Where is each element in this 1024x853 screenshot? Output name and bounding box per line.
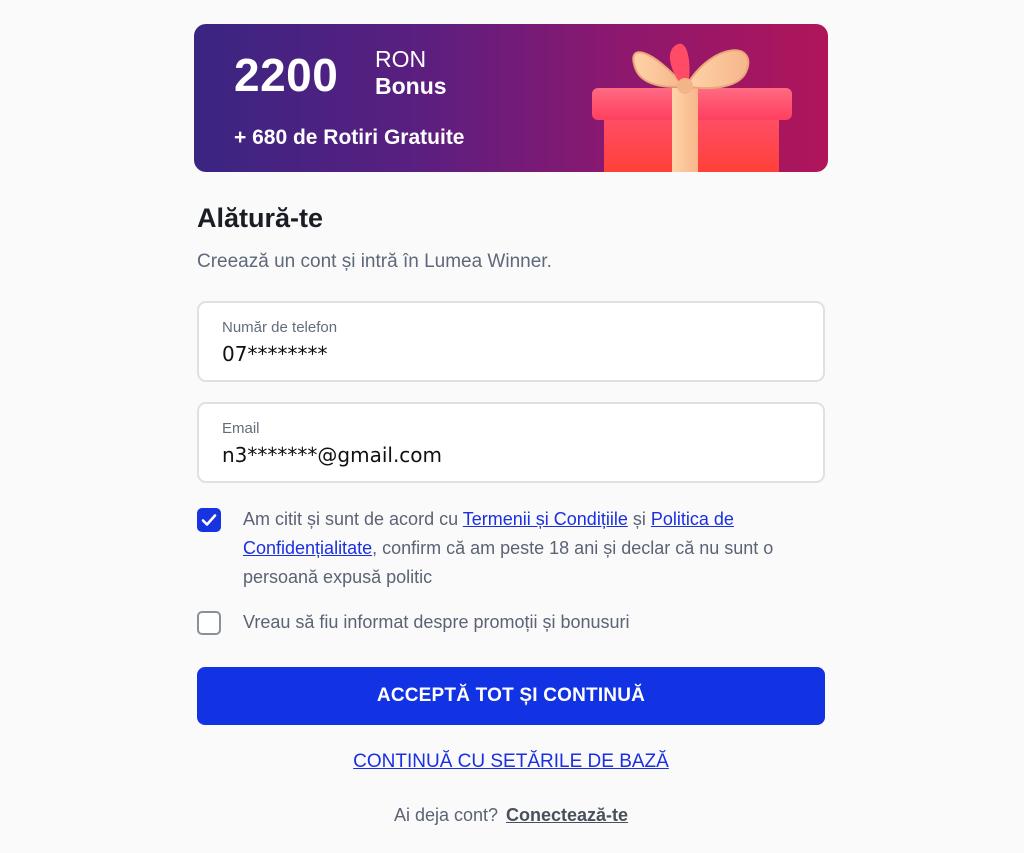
accept-all-button[interactable]: ACCEPTĂ TOT ȘI CONTINUĂ — [197, 667, 825, 725]
login-link[interactable]: Conectează-te — [506, 805, 628, 825]
gift-box-icon — [592, 43, 792, 172]
terms-text-before: Am citit și sunt de acord cu — [243, 509, 463, 529]
bonus-label: Bonus — [375, 73, 447, 99]
page-title: Alătură-te — [197, 203, 324, 233]
terms-text-mid: și — [627, 509, 651, 529]
bonus-banner: 2200 RON Bonus + 680 de Rotiri Gratuite — [194, 24, 828, 172]
email-field[interactable]: Email — [197, 402, 825, 483]
email-field-label: Email — [222, 420, 260, 437]
promo-checkbox[interactable] — [197, 611, 221, 635]
free-spins-text: + 680 de Rotiri Gratuite — [234, 126, 465, 149]
bonus-amount: 2200 — [234, 49, 339, 101]
phone-field-label: Număr de telefon — [222, 319, 338, 336]
phone-input[interactable] — [222, 341, 792, 367]
terms-checkbox[interactable] — [197, 508, 221, 532]
promo-consent-text: Vreau să fiu informat despre promoții și… — [243, 612, 630, 632]
login-prompt: Ai deja cont? — [393, 805, 499, 825]
terms-consent-text: Am citit și sunt de acord cu Termenii și… — [243, 505, 803, 592]
basic-settings-link[interactable]: CONTINUĂ CU SETĂRILE DE BAZĂ — [0, 750, 1022, 774]
bonus-currency: RON — [375, 46, 427, 72]
page-subtitle: Creează un cont și intră în Lumea Winner… — [197, 251, 552, 272]
terms-link[interactable]: Termenii și Condițiile — [463, 509, 628, 529]
email-input[interactable] — [222, 442, 792, 468]
login-row: Ai deja cont? Conectează-te — [0, 803, 1022, 827]
check-icon — [201, 514, 217, 526]
phone-field[interactable]: Număr de telefon — [197, 301, 825, 382]
